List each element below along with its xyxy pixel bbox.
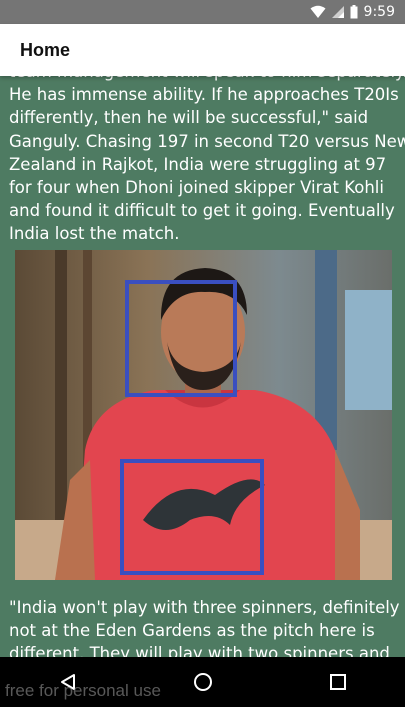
page-title: Home	[20, 39, 71, 60]
article-content[interactable]: team management will speak to him separa…	[0, 76, 405, 657]
watermark: free for personal use	[5, 681, 161, 700]
status-time: 9:59	[363, 4, 395, 20]
wifi-icon	[310, 5, 326, 18]
status-bar: 9:59	[0, 0, 405, 24]
app-bar: Home	[0, 24, 405, 76]
article-photo	[15, 250, 392, 580]
home-button[interactable]	[173, 657, 233, 707]
signal-icon	[331, 6, 344, 18]
article-paragraph-2: "India won't play with three spinners, d…	[9, 598, 400, 657]
recents-icon	[329, 674, 346, 690]
photo-illustration	[15, 250, 392, 580]
article-paragraph-1: team management will speak to him separa…	[9, 76, 405, 244]
status-icons	[310, 5, 358, 19]
recents-button[interactable]	[308, 657, 368, 707]
home-circle-icon	[193, 673, 212, 691]
battery-icon	[350, 5, 358, 19]
